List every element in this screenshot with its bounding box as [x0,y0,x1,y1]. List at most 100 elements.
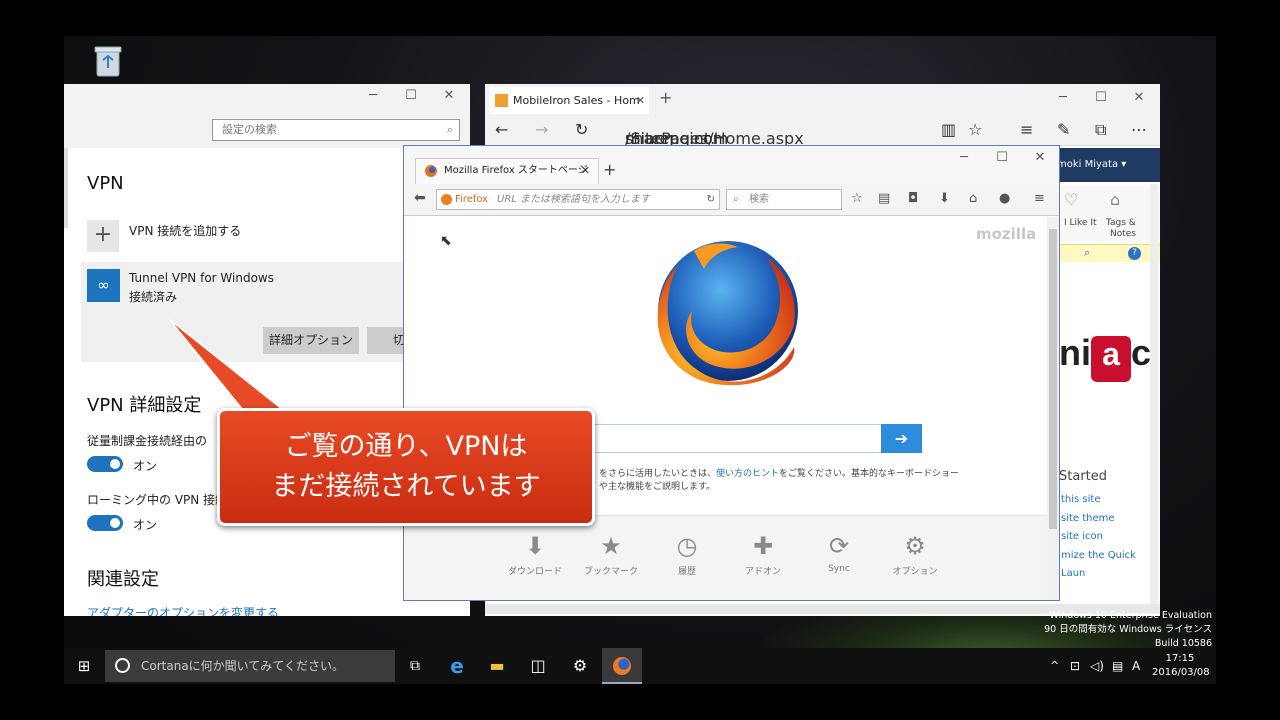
home-icon[interactable]: ⌂ [969,191,977,206]
pocket-icon[interactable]: ◘ [908,191,918,206]
firefox-scrollbar[interactable] [1047,217,1059,600]
more-icon[interactable]: ⋯ [1131,120,1147,139]
store-icon[interactable]: ◫ [518,648,558,684]
search-icon[interactable]: ⌕ [1084,246,1090,260]
clock-time: 17:15 [1165,653,1195,664]
minimize-button[interactable]: ─ [354,88,392,103]
new-tab-icon[interactable]: + [659,88,672,107]
start-search-input[interactable] [584,424,881,453]
forward-icon[interactable]: → [535,120,548,139]
start-button-icon[interactable]: ⊞ [64,648,104,684]
launcher-downloads[interactable]: ⬇ ダウンロード [500,532,570,577]
hub-icon[interactable]: ≡ [1020,120,1033,139]
web-note-icon[interactable]: ✎ [1057,120,1070,139]
sharepoint-favicon-icon [495,94,508,107]
tags-label[interactable]: Tags & [1106,218,1136,228]
get-started-links: this site site theme site icon mize the … [1061,491,1160,584]
bookmark-icon: ★ [600,532,622,560]
tab-close-icon[interactable]: ✕ [636,87,645,114]
link-site-theme[interactable]: site theme [1061,510,1160,529]
metered-toggle[interactable] [87,456,123,472]
evaluation-watermark: Windows 10 Enterprise Evaluation 90 日の間有… [1044,609,1212,651]
add-vpn-button[interactable]: + VPN 接続を追加する [87,220,387,252]
plus-icon: + [87,220,119,252]
close-button[interactable]: ✕ [1021,150,1059,165]
like-icon[interactable]: ♡ [1064,190,1078,209]
maximize-button[interactable]: ☐ [983,150,1021,165]
link-site-icon[interactable]: site icon [1061,528,1160,547]
reading-view-icon[interactable]: ▥ [941,120,956,139]
share-icon[interactable]: ⧉ [1095,120,1106,140]
tags-icon[interactable]: ⌂ [1110,190,1120,209]
close-button[interactable]: ✕ [430,88,468,103]
back-icon[interactable]: ⬅ [414,190,426,206]
file-explorer-icon[interactable]: ▬ [477,648,517,684]
addons-icon: ✚ [752,532,774,560]
volume-icon[interactable]: ◁) [1090,648,1104,684]
clock[interactable]: 17:15 2016/03/08 [1152,652,1210,680]
launcher-bookmarks[interactable]: ★ ブックマーク [576,532,646,577]
search-placeholder: 検索 [749,194,769,205]
firefox-taskbar-icon[interactable] [602,648,642,684]
vpn-heading: VPN [87,173,124,194]
link-share-site[interactable]: this site [1061,491,1160,510]
edge-scrollbar[interactable] [1150,184,1158,614]
like-label[interactable]: I Like It [1064,218,1097,228]
edge-tab[interactable]: MobileIron Sales - Hom ✕ [489,87,649,114]
start-search-button[interactable]: ➔ [881,424,922,453]
launcher-addons[interactable]: ✚ アドオン [728,532,798,577]
minimize-button[interactable]: ─ [945,150,983,165]
menu-icon[interactable]: ≡ [1034,191,1045,206]
cortana-icon [115,658,130,673]
cortana-placeholder: Cortanaに何か聞いてみてください。 [141,659,344,673]
tips-link[interactable]: 使い方のヒント [716,469,779,479]
adapter-options-link[interactable]: アダプターのオプションを変更する [87,604,279,616]
launcher-options[interactable]: ⚙ オプション [880,532,950,577]
tab-close-icon[interactable]: ✕ [581,159,590,183]
settings-search-placeholder: 設定の検索 [222,123,277,136]
favorite-star-icon[interactable]: ☆ [968,120,982,139]
hello-chat-icon[interactable]: ● [999,191,1010,206]
reload-icon[interactable]: ↻ [707,190,715,209]
link-quick-launch[interactable]: mize the Quick Laun [1061,547,1160,584]
bookmarks-list-icon[interactable]: ▤ [878,191,890,206]
notes-label[interactable]: Notes [1110,229,1136,239]
back-icon[interactable]: ← [495,120,508,139]
vpn-icon: ∞ [87,269,120,302]
action-center-icon[interactable]: ▤ [1112,648,1123,684]
search-icon: ⌕ [446,123,453,136]
firefox-tab[interactable]: Mozilla Firefox スタートページ ✕ [415,158,599,184]
edge-taskbar-icon[interactable]: e [437,648,477,684]
firefox-search-input[interactable]: ⌕ 検索 [726,189,842,210]
settings-search-input[interactable]: 設定の検索 ⌕ [212,119,460,141]
bookmark-star-icon[interactable]: ☆ [851,191,863,206]
firefox-url-input[interactable]: Firefox URL または検索語句を入力します ↻ [436,189,720,210]
roaming-toggle[interactable] [87,515,123,531]
download-icon: ⬇ [524,532,546,560]
launcher-sync[interactable]: ⟳ Sync [804,532,874,574]
vpn-connection-name: Tunnel VPN for Windows [129,271,274,285]
new-tab-icon[interactable]: + [603,160,616,179]
tray-chevron-icon[interactable]: ^ [1050,648,1059,684]
help-icon[interactable]: ? [1128,247,1141,260]
close-button[interactable]: ✕ [1120,90,1158,105]
mozilla-wordmark: mozilla [976,225,1037,243]
edge-tab-title: MobileIron Sales - Hom [513,94,640,107]
launcher-history[interactable]: ◷ 履歴 [652,532,722,577]
recycle-bin-icon[interactable] [92,44,124,78]
ime-indicator[interactable]: A [1132,648,1140,684]
maximize-button[interactable]: ☐ [1082,90,1120,105]
settings-taskbar-icon[interactable]: ⚙ [560,648,600,684]
cortana-search-box[interactable]: Cortanaに何か聞いてみてください。 [105,650,395,682]
maximize-button[interactable]: ☐ [392,88,430,103]
annotation-callout: ご覧の通り、VPNは まだ接続されています [217,408,595,526]
downloads-icon[interactable]: ⬇ [939,191,950,206]
minimize-button[interactable]: ─ [1044,90,1082,105]
firefox-window: Mozilla Firefox スタートページ ✕ + ─ ☐ ✕ ⬅ Firefo… [403,145,1060,601]
settings-titlebar: ─ ☐ ✕ 設定の検索 ⌕ [64,84,470,148]
firefox-tabstrip: Mozilla Firefox スタートページ ✕ + ─ ☐ ✕ [404,146,1059,184]
user-name[interactable]: moki Miyata ▾ [1057,159,1126,170]
network-icon[interactable]: ⊡ [1070,648,1080,684]
task-view-icon[interactable]: ⧉ [395,648,435,684]
refresh-icon[interactable]: ↻ [575,120,588,139]
